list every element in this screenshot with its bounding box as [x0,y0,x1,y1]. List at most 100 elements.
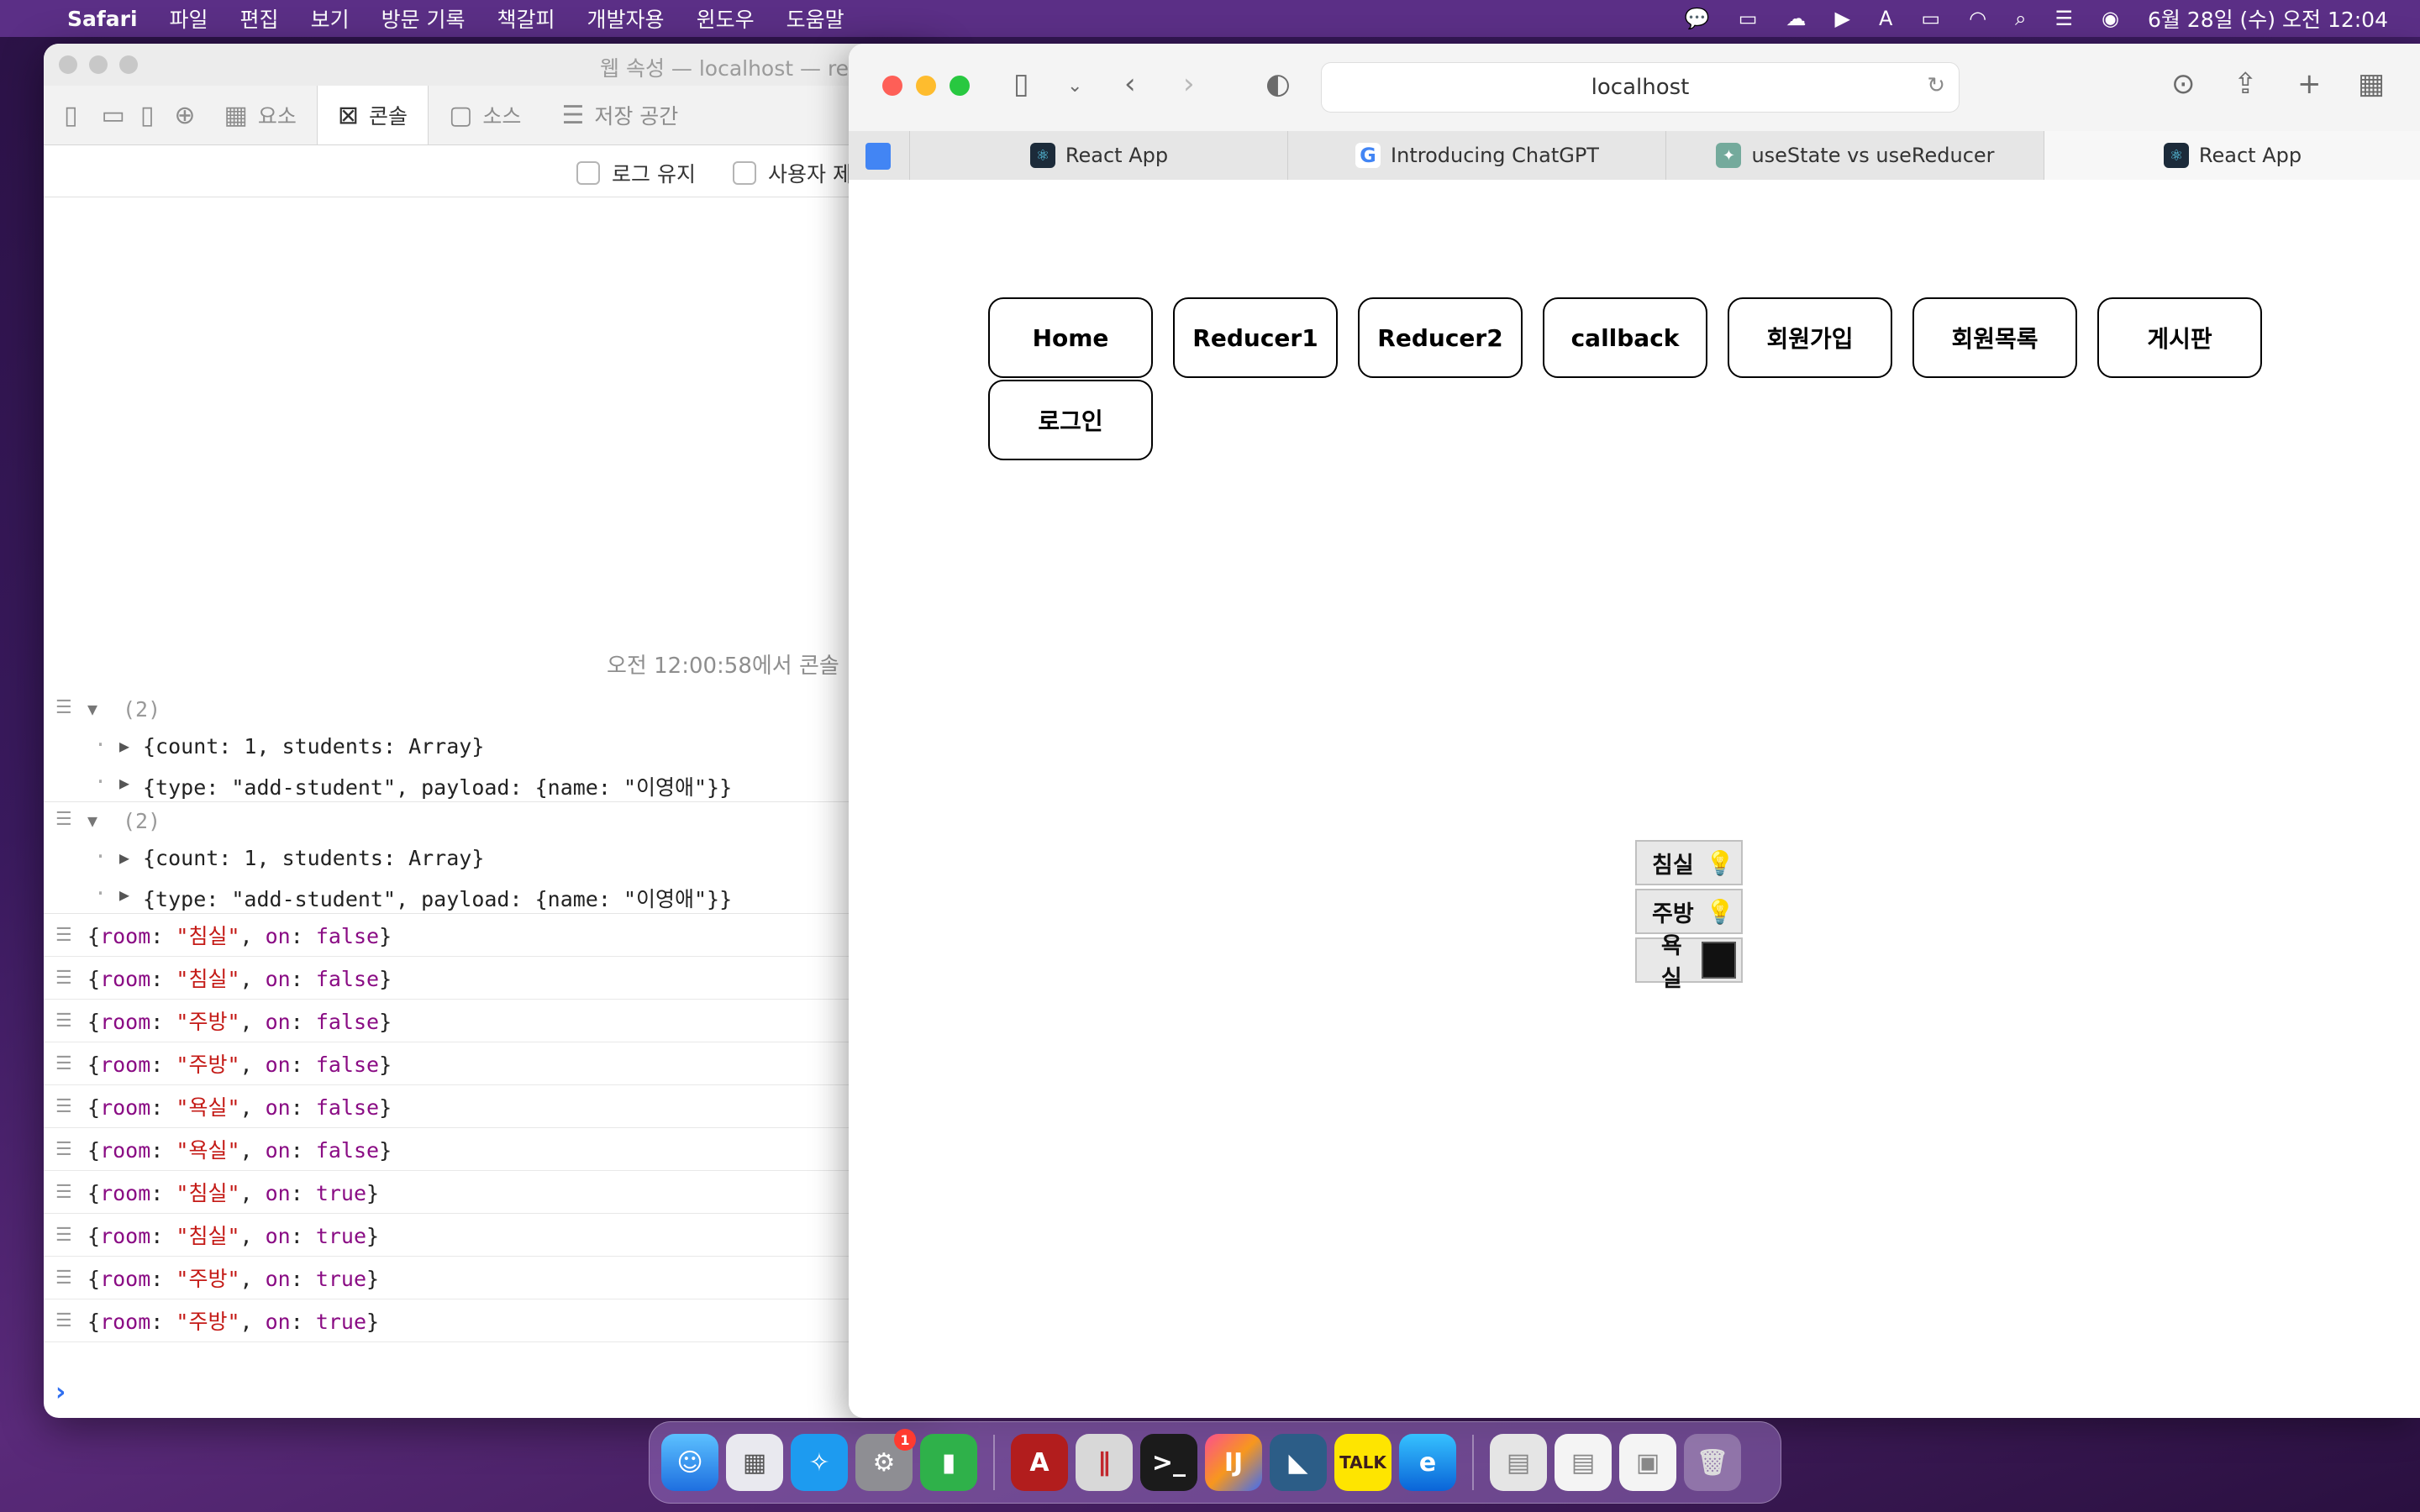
trash-icon[interactable]: 🗑 [1684,1434,1741,1491]
safari-icon[interactable]: ✧ [791,1434,848,1491]
menu-bookmarks[interactable]: 책갈피 [497,3,555,34]
minimize-window-button[interactable] [916,76,936,96]
terminal-icon[interactable]: >_ [1140,1434,1197,1491]
group-row[interactable]: · ▶ {count: 1, students: Array} [44,727,934,764]
console-log-line[interactable]: ☰ {room: "주방", on: true} [44,1299,934,1342]
menu-window[interactable]: 윈도우 [697,3,755,34]
console-log-line[interactable]: ☰ {room: "침실", on: true} [44,1171,934,1214]
messages-status-icon[interactable]: 💬 [1685,7,1710,30]
new-tab-icon[interactable]: + [2297,67,2322,101]
downloads-icon[interactable]: ⊙ [2171,67,2196,101]
back-icon[interactable]: ‹ [1124,67,1136,101]
preserve-log-checkbox[interactable]: 로그 유지 [576,158,696,188]
menu-clock[interactable]: 6월 28일 (수) 오전 12:04 [2148,3,2388,34]
dock-bottom-icon[interactable]: ▭ [98,86,129,144]
share-icon[interactable]: ⇪ [2233,67,2258,101]
cloud-status-icon[interactable]: ☁ [1786,7,1806,30]
group-row[interactable]: · ▶ {type: "add-student", payload: {name:… [44,876,934,913]
documents-icon[interactable]: ▤ [1490,1434,1547,1491]
acrobat-icon[interactable]: A [1011,1434,1068,1491]
address-bar[interactable]: localhost ↻ [1321,62,1960,113]
system-settings-icon[interactable]: ⚙ 1 [855,1429,916,1491]
console-log-line[interactable]: ☰ {room: "주방", on: false} [44,1000,934,1042]
nav-signup-button[interactable]: 회원가입 [1728,297,1892,378]
siri-icon[interactable]: ◉ [2102,7,2119,30]
preview-icon[interactable]: ▤ [1555,1434,1612,1491]
mysql-workbench-icon[interactable]: ◣ [1270,1434,1327,1491]
preview-2-icon[interactable]: ▣ [1619,1434,1676,1491]
kakaotalk-icon[interactable]: TALK [1334,1434,1392,1491]
intellij-icon[interactable]: IJ [1205,1434,1262,1491]
nav-home-button[interactable]: Home [988,297,1153,378]
close-window-button[interactable] [882,76,902,96]
tab-react-app-1[interactable]: ⚛ React App [909,131,1288,180]
zoom-window-button[interactable] [950,76,970,96]
minimize-window-button[interactable] [89,55,108,74]
tab-storage[interactable]: ☰ 저장 공간 [541,86,698,144]
battery-icon[interactable]: ▭ [1921,7,1940,30]
nav-login-button[interactable]: 로그인 [988,380,1153,460]
menu-edit[interactable]: 편집 [240,3,279,34]
console-log-line[interactable]: ☰ {room: "침실", on: false} [44,914,934,957]
tab-elements[interactable]: ▦ 요소 [204,86,317,144]
forward-icon[interactable]: › [1183,67,1195,101]
nav-members-button[interactable]: 회원목록 [1912,297,2077,378]
finder-icon[interactable]: ☺ [661,1434,718,1491]
console-log-line[interactable]: ☰ {room: "침실", on: true} [44,1214,934,1257]
collapse-triangle-icon[interactable]: ▶ [119,885,129,905]
parallels-icon[interactable]: ∥ [1076,1434,1133,1491]
menu-history[interactable]: 방문 기록 [381,3,466,34]
play-status-icon[interactable]: ▶ [1834,7,1849,30]
dock-right-icon[interactable]: ▯ [129,86,166,144]
tab-console[interactable]: ⊠ 콘솔 [316,86,429,144]
nav-reducer2-button[interactable]: Reducer2 [1358,297,1523,378]
nav-callback-button[interactable]: callback [1543,297,1707,378]
expand-triangle-icon[interactable]: ▼ [87,811,97,831]
group-header[interactable]: ☰ ▼ (2) [44,802,934,839]
close-window-button[interactable] [59,55,77,74]
numbers-icon[interactable]: ▮ [920,1434,977,1491]
expand-triangle-icon[interactable]: ▼ [87,699,97,719]
input-source-icon[interactable]: A [1879,7,1892,30]
group-row[interactable]: · ▶ {count: 1, students: Array} [44,839,934,876]
control-center-icon[interactable]: ☰ [2054,7,2073,30]
menu-develop[interactable]: 개발자용 [587,3,665,34]
zoom-window-button[interactable] [119,55,138,74]
room-bathroom-toggle[interactable]: 욕실 [1635,933,1743,991]
sidebar-toggle-icon[interactable]: ▯ [1013,67,1029,101]
launchpad-icon[interactable]: ▦ [726,1434,783,1491]
tab-react-app-2[interactable]: ⚛ React App [2044,131,2420,180]
group-header[interactable]: ☰ ▼ (2) [44,690,934,727]
nav-board-button[interactable]: 게시판 [2097,297,2262,378]
console-log-line[interactable]: ☰ {room: "욕실", on: false} [44,1085,934,1128]
spotlight-search-icon[interactable]: ⌕ [2015,7,2026,30]
group-row[interactable]: · ▶ {type: "add-student", payload: {name:… [44,764,934,801]
console-log-line[interactable]: ☰ {room: "욕실", on: false} [44,1128,934,1171]
preserve-log-box[interactable] [576,161,600,185]
menu-help[interactable]: 도움말 [786,3,844,34]
chevron-down-icon[interactable]: ⌄ [1067,76,1082,97]
wifi-icon[interactable]: ◠ [1969,7,1986,30]
menu-file[interactable]: 파일 [170,3,208,34]
room-bedroom-toggle[interactable]: 침실 💡 [1635,840,1743,885]
reload-icon[interactable]: ↻ [1927,73,1945,98]
tab-usestate-vs-usereducer[interactable]: ✦ useState vs useReducer [1665,131,2044,180]
tab-introducing-chatgpt[interactable]: G Introducing ChatGPT [1287,131,1666,180]
docs-favicon-icon[interactable] [865,143,891,170]
collapse-triangle-icon[interactable]: ▶ [119,773,129,793]
nav-reducer1-button[interactable]: Reducer1 [1173,297,1338,378]
user-box[interactable] [733,161,756,185]
menu-app-name[interactable]: Safari [67,7,138,31]
console-log-line[interactable]: ☰ {room: "주방", on: false} [44,1042,934,1085]
menu-view[interactable]: 보기 [311,3,350,34]
privacy-shield-icon[interactable]: ◐ [1265,67,1291,101]
element-picker-icon[interactable]: ⊕ [166,86,203,144]
console-log-line[interactable]: ☰ {room: "주방", on: true} [44,1257,934,1299]
tab-sources[interactable]: ▢ 소스 [429,86,541,144]
dock-left-icon[interactable]: ▯ [44,86,98,144]
user-checkbox[interactable]: 사용자 제 [733,158,852,188]
sidebar-status-icon[interactable]: ▭ [1739,7,1758,30]
console-prompt-icon[interactable]: › [55,1378,66,1407]
console-log-line[interactable]: ☰ {room: "침실", on: false} [44,957,934,1000]
edge-icon[interactable]: e [1399,1434,1456,1491]
